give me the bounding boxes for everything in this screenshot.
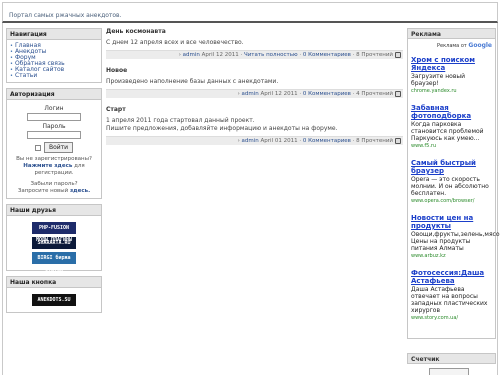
ad-text: Opera — это скорость молнии. И он абсолю… <box>411 176 489 197</box>
print-icon[interactable] <box>395 138 401 144</box>
ad-text: Когда парковка становится проблемой Парк… <box>411 121 484 142</box>
our-button-banner[interactable]: ANEKDOTS.SU <box>32 294 76 306</box>
ad-item[interactable]: Фотосессия:Даша Астафьева Даша Астафьева… <box>411 269 492 321</box>
bullet-icon: • <box>10 73 13 79</box>
page-body: Навигация • Главная • Анекдоты • Форум • Обр… <box>2 23 500 375</box>
ad-url[interactable]: www.opera.com/browser/ <box>411 198 492 204</box>
ad-item[interactable]: Новости цен на продукты Овощи,фрукты,зел… <box>411 214 500 259</box>
news-text: Произведено наполнение базы данных с ане… <box>106 78 279 85</box>
print-icon[interactable] <box>395 52 401 58</box>
news-title: Старт <box>106 106 126 113</box>
ad-title[interactable]: Хром с поиском Яндекса <box>411 56 492 72</box>
our-button-caption: Наша кнопка <box>7 277 101 288</box>
friends-caption: Наши друзья <box>7 205 101 216</box>
ad-title[interactable]: Самый быстрый браузер <box>411 159 492 175</box>
news-title: День космонавта <box>106 28 166 35</box>
counter-caption: Счетчик <box>407 353 496 364</box>
nav-item-articles[interactable]: • Статьи <box>10 73 98 80</box>
news-item: Старт 1 апреля 2011 года стартовал данны… <box>106 106 403 145</box>
ad-title[interactable]: Фотосессия:Даша Астафьева <box>411 269 492 285</box>
ad-url[interactable]: www.story.com.ua/ <box>411 315 492 321</box>
ad-url[interactable]: www.arbuz.kz <box>411 253 492 259</box>
news-text: С днем 12 апреля всех и все человечество… <box>106 39 244 46</box>
google-logo: Google <box>468 42 492 49</box>
ads-caption: Реклама <box>407 28 496 39</box>
comments-link[interactable]: 0 Комментариев <box>303 52 351 58</box>
ad-item[interactable]: Хром с поиском Яндекса Загрузите новый б… <box>411 56 492 94</box>
auth-caption: Авторизация <box>7 89 101 100</box>
ads-block: Реклама от Google Хром с поиском Яндекса… <box>407 39 500 339</box>
arrow-icon: › <box>237 91 240 97</box>
right-column: Реклама Реклама от Google Хром с поиском… <box>407 28 500 375</box>
arrow-icon: › <box>178 52 181 58</box>
ad-item[interactable]: Самый быстрый браузер Opera — это скорос… <box>411 159 492 204</box>
reset-link[interactable]: здесь. <box>70 188 90 194</box>
login-input[interactable] <box>27 113 81 121</box>
comments-link[interactable]: 0 Комментариев <box>303 138 351 144</box>
friends-panel: Наши друзья PHP-FUSION МОДЫ ПЛАГИНЫ SHAR… <box>6 204 102 273</box>
friend-banner-birgi[interactable]: BIRGI биржа статей <box>32 252 76 273</box>
news-column: День космонавта С днем 12 апреля всех и … <box>106 28 403 153</box>
news-item: День космонавта С днем 12 апреля всех и … <box>106 28 403 59</box>
news-title: Новое <box>106 67 128 74</box>
ad-url[interactable]: www.f5.ru <box>411 143 492 149</box>
ad-title[interactable]: Новости цен на продукты <box>411 214 492 230</box>
news-text: 1 апреля 2011 года стартовал данный прое… <box>106 117 338 132</box>
print-icon[interactable] <box>395 91 401 97</box>
forgot-text: Забыли пароль? Запросите новый здесь. <box>17 181 91 194</box>
ad-text: Загрузите новый браузер! <box>411 73 465 87</box>
login-button[interactable]: Войти <box>43 142 74 153</box>
password-input[interactable] <box>27 131 81 139</box>
register-link[interactable]: Нажмите здесь <box>23 163 72 169</box>
ad-item[interactable]: Забавная фотоподборка Когда парковка ста… <box>411 104 492 149</box>
ad-text: Овощи,фрукты,зелень,мясо... Цены на прод… <box>411 231 500 252</box>
navigation-panel: Навигация • Главная • Анекдоты • Форум • Обр… <box>6 28 102 83</box>
remember-checkbox[interactable] <box>34 144 41 151</box>
site-title[interactable]: Портал самых ржачных анекдотов. <box>9 12 122 19</box>
register-text: Вы не зарегистрированы? Нажмите здесь дл… <box>16 156 92 176</box>
ad-text: Даша Астафьева отвечает на вопросы запад… <box>411 286 488 314</box>
login-label: Логин <box>44 105 64 112</box>
password-label: Пароль <box>42 123 66 130</box>
news-item: Новое Произведено наполнение базы данных… <box>106 67 403 98</box>
author-link[interactable]: admin <box>183 52 200 58</box>
site-header: Портал самых ржачных анекдотов. <box>2 2 498 23</box>
read-more-link[interactable]: Читать полностью <box>244 52 298 58</box>
ad-title[interactable]: Забавная фотоподборка <box>411 104 492 120</box>
our-button-panel: Наша кнопка ANEKDOTS.SU <box>6 276 102 313</box>
comments-link[interactable]: 0 Комментариев <box>303 91 351 97</box>
news-meta: › admin April 12 2011 · 0 Комментариев ·… <box>106 89 403 98</box>
ad-url[interactable]: chrome.yandex.ru <box>411 88 492 94</box>
news-meta: › admin April 12 2011 · Читать полностью… <box>106 50 403 59</box>
friend-banner-shararta[interactable]: SHARARTA.RU <box>32 237 76 249</box>
news-meta: › admin April 01 2011 · 0 Комментариев ·… <box>106 136 403 145</box>
left-column: Навигация • Главная • Анекдоты • Форум • Обр… <box>6 28 102 318</box>
author-link[interactable]: admin <box>242 91 259 97</box>
auth-panel: Авторизация Логин Пароль Войти Вы не зар… <box>6 88 102 199</box>
friend-banner-phpfusion[interactable]: PHP-FUSION МОДЫ ПЛАГИНЫ <box>32 222 76 243</box>
navigation-caption: Навигация <box>7 29 101 40</box>
ads-by-google[interactable]: Реклама от Google <box>411 42 492 49</box>
author-link[interactable]: admin <box>242 138 259 144</box>
arrow-icon: › <box>237 138 240 144</box>
counter-widget[interactable] <box>429 368 469 375</box>
